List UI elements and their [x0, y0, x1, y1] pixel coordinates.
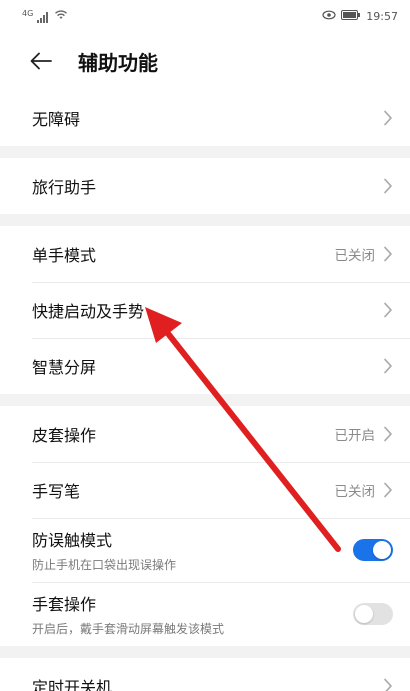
- row-text: 手套操作开启后，戴手套滑动屏幕触发该模式: [32, 591, 224, 637]
- row-text: 单手模式: [32, 242, 96, 266]
- row-right: [353, 539, 393, 561]
- row-right: [383, 178, 393, 194]
- settings-row[interactable]: 旅行助手: [0, 158, 410, 214]
- row-label: 防误触模式: [32, 531, 113, 550]
- section-gap: [0, 394, 410, 406]
- row-text: 快捷启动及手势: [32, 298, 144, 322]
- row-value: 已关闭: [334, 484, 376, 500]
- settings-row[interactable]: 防误触模式防止手机在口袋出现误操作: [0, 518, 410, 582]
- chevron-right-icon: [383, 178, 393, 194]
- row-value: 已关闭: [334, 248, 376, 264]
- toggle-knob: [355, 605, 373, 623]
- row-text: 智慧分屏: [32, 354, 96, 378]
- settings-group: 皮套操作 已开启手写笔 已关闭防误触模式防止手机在口袋出现误操作手套操作开启后，戴手…: [0, 406, 410, 646]
- toggle-switch[interactable]: [353, 603, 393, 625]
- signal-icon: [37, 12, 49, 23]
- status-bar: 4G 19:57: [0, 0, 410, 32]
- settings-row[interactable]: 单手模式 已关闭: [0, 226, 410, 282]
- row-right: [383, 678, 393, 691]
- settings-row[interactable]: 快捷启动及手势: [0, 282, 410, 338]
- chevron-right-icon: [383, 110, 393, 126]
- settings-row[interactable]: 定时开关机: [0, 658, 410, 691]
- settings-row[interactable]: 皮套操作 已开启: [0, 406, 410, 462]
- row-label: 手套操作: [32, 595, 97, 614]
- row-text: 防误触模式防止手机在口袋出现误操作: [32, 527, 176, 573]
- network-label: 4G: [22, 9, 34, 18]
- status-left: 4G: [22, 9, 68, 23]
- status-time: 19:57: [366, 9, 398, 23]
- row-subtitle: 防止手机在口袋出现误操作: [32, 558, 177, 572]
- row-right: 已开启: [335, 424, 394, 444]
- row-label: 定时开关机: [32, 678, 113, 691]
- toggle-knob: [373, 541, 391, 559]
- row-right: [383, 110, 393, 126]
- eye-icon: [322, 10, 336, 23]
- chevron-right-icon: [383, 426, 393, 442]
- row-label: 旅行助手: [32, 178, 97, 197]
- wifi-icon: [54, 9, 68, 23]
- settings-group: 定时开关机: [0, 658, 410, 691]
- section-gap: [0, 214, 410, 226]
- settings-group: 单手模式 已关闭快捷启动及手势 智慧分屏: [0, 226, 410, 394]
- settings-row[interactable]: 无障碍: [0, 90, 410, 146]
- status-right: 19:57: [322, 9, 398, 23]
- chevron-right-icon: [383, 358, 393, 374]
- row-right: 已关闭: [335, 480, 394, 500]
- row-label: 皮套操作: [32, 426, 97, 445]
- page-title: 辅助功能: [78, 50, 158, 75]
- row-right: [383, 358, 393, 374]
- battery-icon: [341, 9, 361, 23]
- row-text: 手写笔: [32, 478, 80, 502]
- row-right: [353, 603, 393, 625]
- settings-row[interactable]: 手写笔 已关闭: [0, 462, 410, 518]
- row-label: 手写笔: [32, 482, 81, 501]
- row-label: 智慧分屏: [32, 358, 97, 377]
- section-gap: [0, 146, 410, 158]
- back-arrow-icon[interactable]: [30, 50, 52, 72]
- row-right: [383, 302, 393, 318]
- row-text: 定时开关机: [32, 674, 112, 691]
- chevron-right-icon: [383, 302, 393, 318]
- row-text: 皮套操作: [32, 422, 96, 446]
- row-value: 已开启: [334, 428, 376, 444]
- settings-row[interactable]: 智慧分屏: [0, 338, 410, 394]
- row-subtitle: 开启后，戴手套滑动屏幕触发该模式: [32, 622, 225, 636]
- row-label: 快捷启动及手势: [32, 302, 145, 321]
- row-right: 已关闭: [335, 244, 394, 264]
- chevron-right-icon: [383, 246, 393, 262]
- toggle-switch[interactable]: [353, 539, 393, 561]
- page-header: 辅助功能: [0, 32, 410, 90]
- settings-list: 无障碍 旅行助手 单手模式 已关闭 快捷启动及手势 智慧分屏 皮套操作 已开启 手写笔 已关闭 防误…: [0, 90, 410, 691]
- chevron-right-icon: [383, 482, 393, 498]
- row-label: 无障碍: [32, 110, 81, 129]
- settings-group: 无障碍: [0, 90, 410, 146]
- settings-group: 旅行助手: [0, 158, 410, 214]
- row-text: 无障碍: [32, 106, 80, 130]
- section-gap: [0, 646, 410, 658]
- row-text: 旅行助手: [32, 174, 96, 198]
- settings-row[interactable]: 手套操作开启后，戴手套滑动屏幕触发该模式: [0, 582, 410, 646]
- row-label: 单手模式: [32, 246, 97, 265]
- chevron-right-icon: [383, 678, 393, 691]
